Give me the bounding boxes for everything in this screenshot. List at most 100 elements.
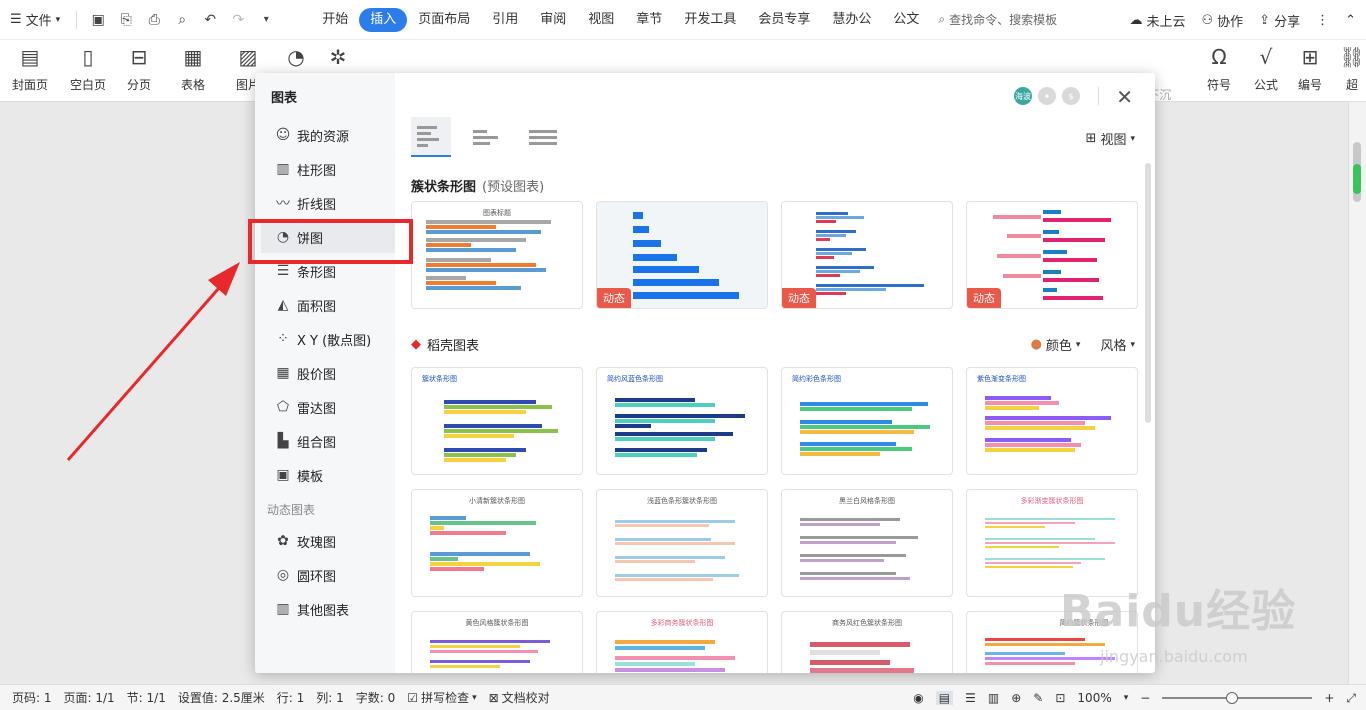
cover-page-button[interactable]: ▤ 封面页 — [12, 44, 48, 93]
sidebar-item-rose[interactable]: ✿ 玫瑰图 — [261, 525, 395, 557]
collapse-ribbon-button[interactable]: ⌃ — [1345, 13, 1356, 28]
tab-developer[interactable]: 开发工具 — [673, 8, 747, 32]
chart-card[interactable]: 简约彩色条形图 — [781, 367, 953, 475]
blank-page-button[interactable]: ▯ 空白页 — [70, 44, 106, 93]
status-col[interactable]: 列: 1 — [316, 689, 344, 706]
sidebar-item-stock[interactable]: ▦ 股价图 — [261, 357, 395, 389]
customize-icon[interactable]: ▾ — [257, 11, 275, 29]
subtype-stacked-bar[interactable] — [467, 117, 507, 157]
tab-review[interactable]: 审阅 — [529, 8, 577, 32]
style-filter[interactable]: 风格 ▾ — [1100, 335, 1135, 354]
status-pages[interactable]: 页面: 1/1 — [64, 689, 115, 706]
user-badge[interactable]: 海波 — [1014, 87, 1032, 105]
zoom-slider-knob[interactable] — [1226, 692, 1239, 704]
sidebar-item-radar[interactable]: ⬠ 雷达图 — [261, 391, 395, 423]
chart-card[interactable]: 浅蓝色条形簇状条形图 — [596, 489, 768, 597]
zoom-in-icon[interactable]: + — [1324, 691, 1334, 705]
zoom-slider[interactable] — [1162, 692, 1313, 704]
color-filter[interactable]: ● 颜色 ▾ — [1031, 335, 1081, 354]
chart-card[interactable]: 动态 — [781, 201, 953, 309]
zoom-level[interactable]: 100% — [1077, 691, 1111, 705]
tab-view[interactable]: 视图 — [577, 8, 625, 32]
eye-icon[interactable]: ◉ — [913, 691, 923, 705]
chart-card[interactable]: 黑兰白风格条形图 — [781, 489, 953, 597]
fit-page-icon[interactable]: ⊡ — [1055, 691, 1065, 705]
tab-smart-office[interactable]: 慧办公 — [821, 8, 882, 32]
numbering-button[interactable]: ⊞ 编号 — [1298, 44, 1322, 93]
sidebar-item-my-resources[interactable]: ☺ 我的资源 — [261, 119, 395, 151]
tab-references[interactable]: 引用 — [481, 8, 529, 32]
pen-icon[interactable]: ✎ — [1033, 691, 1043, 705]
subtype-percent-bar[interactable] — [523, 117, 563, 157]
section-docer-title: ◆ 稻壳图表 — [411, 335, 479, 354]
spell-check-button[interactable]: ☑ 拼写检查 ▾ — [407, 689, 476, 706]
sidebar-label: 股价图 — [297, 367, 337, 383]
sidebar-item-combo[interactable]: ▙ 组合图 — [261, 425, 395, 457]
share-icon: ⇪ — [1259, 12, 1271, 28]
outline-view-icon[interactable]: ☰ — [965, 691, 976, 705]
reading-view-icon[interactable]: ▥ — [988, 691, 999, 705]
chart-card[interactable]: 紫色渐变条形图 — [966, 367, 1138, 475]
tab-official-doc[interactable]: 公文 — [882, 8, 930, 32]
sidebar-item-line[interactable]: 〰折线图 — [261, 187, 395, 219]
page-break-button[interactable]: ⊟ 分页 — [127, 44, 151, 93]
hyperlink-button[interactable]: ⛓ 超 — [1339, 44, 1364, 93]
area-chart-icon: ◭ — [277, 297, 289, 313]
file-menu[interactable]: ☰ 文件 ▾ — [0, 0, 70, 40]
share-button[interactable]: ⇪ 分享 — [1259, 11, 1300, 30]
fullscreen-icon[interactable]: ⤢ — [1346, 691, 1356, 706]
shape-button[interactable]: ◔ — [284, 44, 308, 70]
sidebar-item-scatter[interactable]: ⁘ X Y (散点图) — [261, 323, 395, 355]
table-button[interactable]: ▦ 表格 — [181, 44, 205, 93]
icon-library-button[interactable]: ✲ — [326, 44, 350, 70]
sidebar-item-ring[interactable]: ◎ 圆环图 — [261, 559, 395, 591]
collab-button[interactable]: ⚇ 协作 — [1202, 11, 1244, 30]
status-section[interactable]: 节: 1/1 — [127, 689, 166, 706]
chart-card[interactable]: 动态 — [596, 201, 768, 309]
status-row[interactable]: 行: 1 — [277, 689, 305, 706]
symbol-button[interactable]: Ω 符号 — [1207, 44, 1231, 93]
export-icon[interactable]: ⎘ — [117, 11, 135, 29]
status-words[interactable]: 字数: 0 — [356, 689, 396, 706]
chart-card[interactable]: 动态 — [966, 201, 1138, 309]
gallery-scrollbar[interactable] — [1145, 163, 1151, 423]
sidebar-item-area[interactable]: ◭ 面积图 — [261, 289, 395, 321]
chart-card[interactable]: 小清新簇状条形图 — [411, 489, 583, 597]
status-page-code[interactable]: 页码: 1 — [12, 689, 52, 706]
tab-page-layout[interactable]: 页面布局 — [407, 8, 481, 32]
tab-chapter[interactable]: 章节 — [625, 8, 673, 32]
chart-card[interactable]: 简约风蓝色条形图 — [596, 367, 768, 475]
proofread-button[interactable]: ⊠ 文档校对 — [489, 689, 550, 706]
command-search[interactable]: ⌕ 查找命令、搜索模板 — [938, 11, 1057, 28]
print-icon[interactable]: ⎙ — [145, 11, 163, 29]
subtype-clustered-bar[interactable] — [411, 117, 451, 157]
save-icon[interactable]: ▣ — [89, 11, 107, 29]
cloud-button[interactable]: ☁ 未上云 — [1129, 11, 1185, 30]
chart-card[interactable]: 商务风红色簇状条形图 — [781, 611, 953, 673]
tab-insert[interactable]: 插入 — [359, 7, 408, 32]
undo-icon[interactable]: ↶ — [201, 11, 219, 29]
tab-member[interactable]: 会员专享 — [747, 8, 821, 32]
sidebar-item-template[interactable]: ▣ 模板 — [261, 459, 395, 491]
preview-icon[interactable]: ⌕ — [173, 11, 191, 29]
sidebar-item-column[interactable]: ▥ 柱形图 — [261, 153, 395, 185]
web-view-icon[interactable]: ⊕ — [1011, 691, 1021, 705]
chart-card[interactable]: 黄色风格簇状条形图 — [411, 611, 583, 673]
chart-card[interactable]: 多彩商务簇状条形图 — [596, 611, 768, 673]
redo-icon[interactable]: ↷ — [229, 11, 247, 29]
baidu-watermark: Baidu经验 jingyan.baidu.com — [1040, 555, 1340, 685]
status-setting[interactable]: 设置值: 2.5厘米 — [178, 689, 265, 706]
style-filter-label: 风格 — [1100, 339, 1127, 354]
chart-card[interactable]: 簇状条形图 — [411, 367, 583, 475]
more-button[interactable]: ⋮ — [1316, 13, 1329, 28]
tab-home[interactable]: 开始 — [311, 8, 359, 32]
chart-card[interactable]: 图表标题 — [411, 201, 583, 309]
sidebar-item-other[interactable]: ▥ 其他图表 — [261, 593, 395, 625]
close-button[interactable]: ✕ — [1116, 85, 1133, 109]
vertical-scrollbar[interactable] — [1348, 102, 1366, 684]
header-badges: 海波 ✦ $ — [1014, 87, 1080, 105]
formula-button[interactable]: √ 公式 — [1254, 44, 1278, 93]
zoom-out-icon[interactable]: − — [1140, 691, 1150, 705]
view-toggle[interactable]: ⊞ 视图 ▾ — [1086, 129, 1135, 148]
page-view-icon[interactable]: ▤ — [935, 691, 954, 705]
